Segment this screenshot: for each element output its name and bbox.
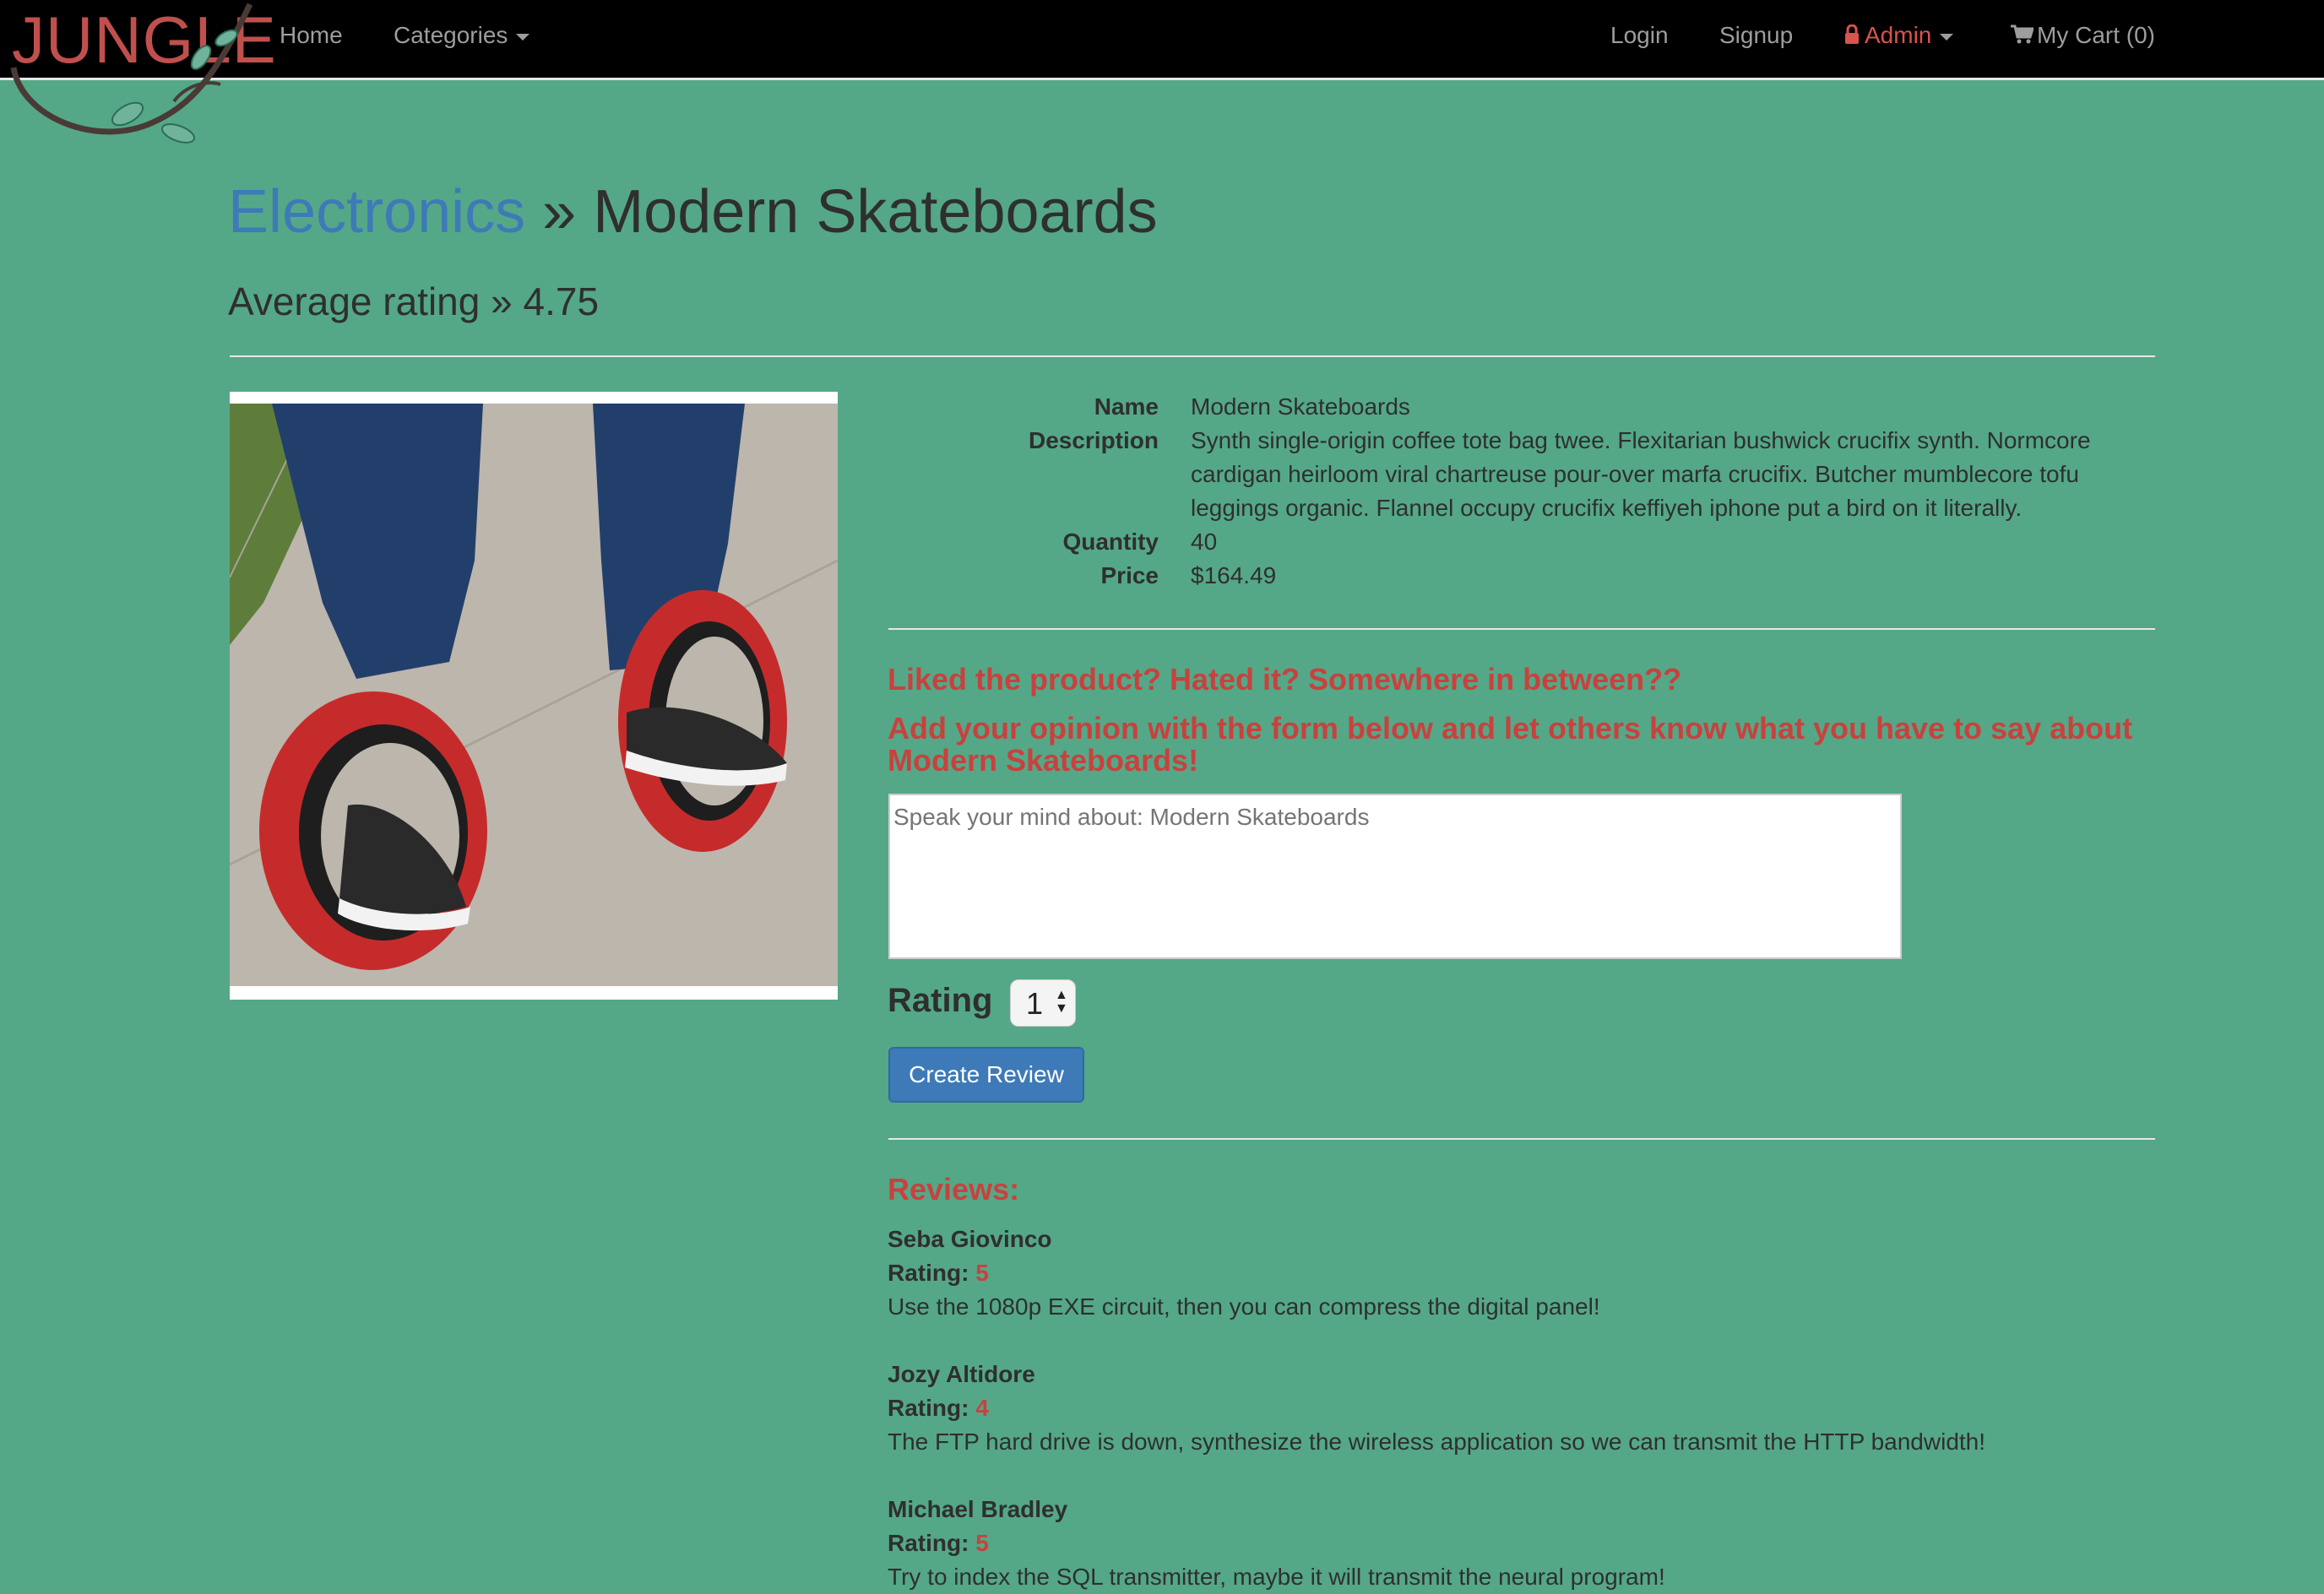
detail-value: Modern Skateboards — [1191, 393, 1410, 420]
stepper-arrows-icon: ▲ ▼ — [1055, 988, 1068, 1016]
breadcrumb-separator: » — [542, 178, 577, 246]
nav-cart-label: My Cart (0) — [2037, 22, 2155, 48]
nav-categories-dropdown[interactable]: Categories — [394, 22, 530, 49]
review-textarea[interactable] — [888, 794, 1902, 959]
review-rating-label: Rating: — [888, 1260, 969, 1286]
rating-stepper[interactable]: 1 ▲ ▼ — [1010, 979, 1076, 1027]
review-rating: Rating: 5 — [888, 1256, 2154, 1290]
detail-label: Description — [1028, 427, 1159, 453]
review-rating: Rating: 4 — [888, 1391, 2154, 1425]
lock-icon — [1845, 24, 1859, 44]
page-title: Electronics » Modern Skateboards — [228, 177, 1158, 247]
review-text: The FTP hard drive is down, synthesize t… — [888, 1429, 1986, 1455]
nav-signup-link[interactable]: Signup — [1719, 22, 1793, 49]
rating-value: 1 — [1026, 986, 1044, 1021]
review-prompt-subheading: Add your opinion with the form below and… — [888, 711, 2133, 778]
review-text: Use the 1080p EXE circuit, then you can … — [888, 1293, 1600, 1320]
review-rating-value: 5 — [975, 1260, 989, 1286]
title-divider — [230, 355, 2155, 357]
product-title: Modern Skateboards — [593, 178, 1158, 246]
vine-icon — [10, 3, 253, 144]
cart-icon — [2011, 24, 2035, 44]
review-rating-label: Rating: — [888, 1530, 969, 1556]
review-rating-label: Rating: — [888, 1395, 969, 1421]
skate-rings-illustration — [229, 403, 839, 986]
average-rating-label: Average rating » — [228, 279, 513, 323]
product-image — [229, 392, 839, 1000]
review-text: Try to index the SQL transmitter, maybe … — [888, 1564, 1665, 1590]
top-navbar: Home Categories Login Signup Admin My Ca… — [0, 0, 2324, 80]
detail-value: 40 — [1191, 529, 1218, 555]
nav-cart-link[interactable]: My Cart (0) — [2010, 22, 2155, 49]
jungle-logo[interactable]: JUNGLE — [5, 0, 276, 144]
average-rating-value: 4.75 — [523, 279, 600, 323]
chevron-down-icon — [516, 33, 530, 41]
breadcrumb-category-link[interactable]: Electronics — [228, 178, 525, 246]
detail-value: Synth single-origin coffee tote bag twee… — [1191, 427, 2091, 521]
detail-label: Name — [1094, 393, 1159, 420]
chevron-down-icon — [1940, 33, 1954, 41]
reviews-divider — [888, 1138, 2155, 1140]
rating-label: Rating — [888, 982, 993, 1019]
nav-admin-dropdown[interactable]: Admin — [1844, 22, 1954, 49]
review-author: Michael Bradley — [888, 1496, 1068, 1522]
review-item: Jozy Altidore Rating: 4 The FTP hard dri… — [888, 1358, 2154, 1459]
review-author: Jozy Altidore — [888, 1361, 1035, 1387]
average-rating: Average rating » 4.75 — [228, 279, 599, 324]
review-prompt-heading: Liked the product? Hated it? Somewhere i… — [888, 662, 1682, 697]
nav-login-link[interactable]: Login — [1610, 22, 1669, 49]
details-divider — [888, 628, 2155, 630]
nav-admin-label: Admin — [1865, 22, 1932, 48]
review-rating-value: 4 — [975, 1395, 989, 1421]
review-item: Michael Bradley Rating: 5 Try to index t… — [888, 1493, 2154, 1594]
detail-label: Price — [1100, 562, 1159, 588]
review-rating: Rating: 5 — [888, 1526, 2154, 1560]
detail-value: $164.49 — [1191, 562, 1277, 588]
review-author: Seba Giovinco — [888, 1226, 1052, 1252]
nav-home-link[interactable]: Home — [280, 22, 343, 49]
review-item: Seba Giovinco Rating: 5 Use the 1080p EX… — [888, 1223, 2154, 1324]
detail-label: Quantity — [1062, 529, 1159, 555]
create-review-button[interactable]: Create Review — [888, 1047, 1084, 1103]
reviews-heading: Reviews: — [888, 1172, 1020, 1206]
review-rating-value: 5 — [975, 1530, 989, 1556]
nav-categories-label: Categories — [394, 22, 508, 48]
